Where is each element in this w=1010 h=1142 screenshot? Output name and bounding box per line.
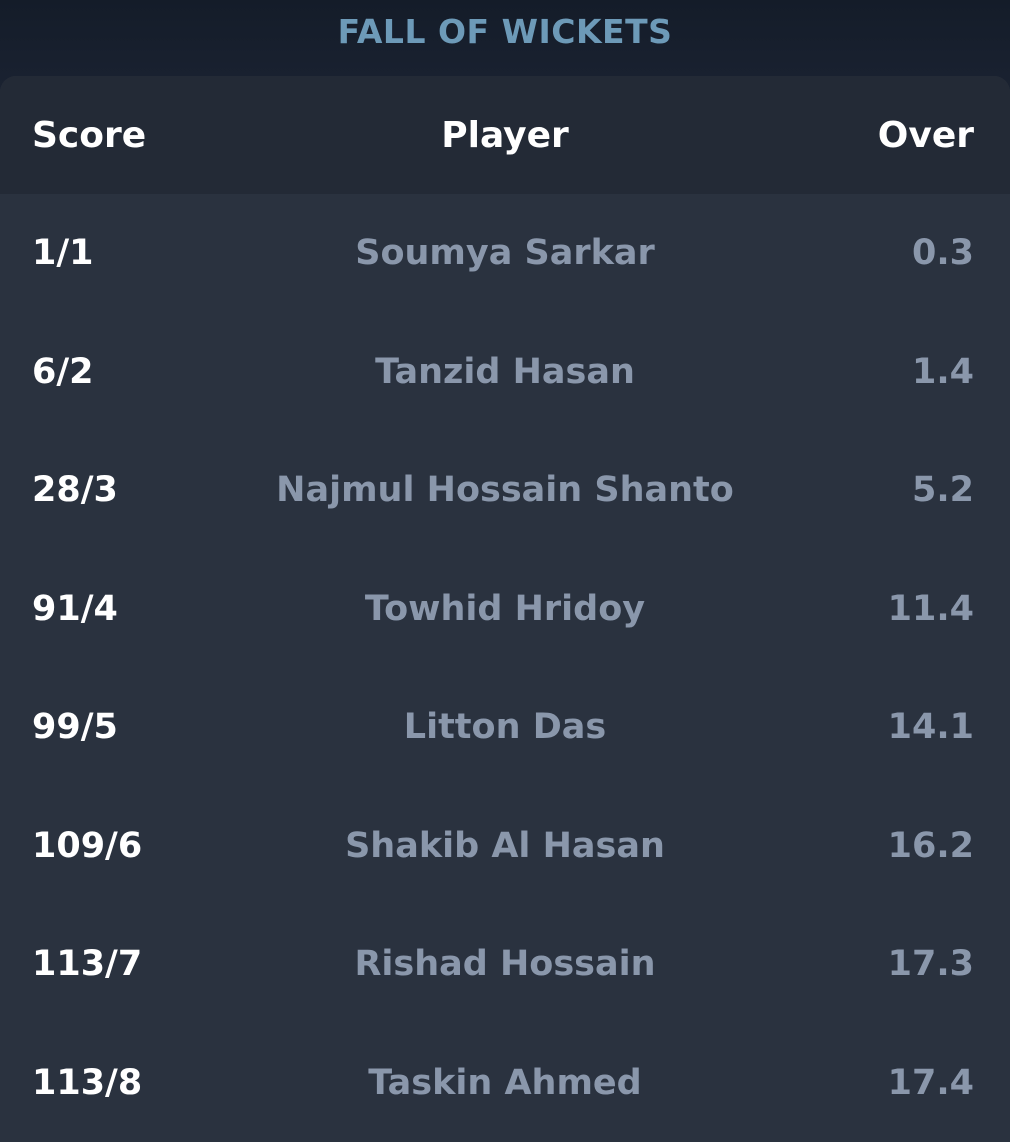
row-player[interactable]: Shakib Al Hasan [0, 826, 1010, 866]
table-row: 6/2 Tanzid Hasan 1.4 [0, 313, 1010, 432]
row-over: 11.4 [887, 588, 974, 629]
row-player[interactable]: Towhid Hridoy [0, 589, 1010, 629]
table-row: 109/6 Shakib Al Hasan 16.2 [0, 787, 1010, 906]
table-body: 1/1 Soumya Sarkar 0.3 6/2 Tanzid Hasan 1… [0, 194, 1010, 1142]
row-over: 17.4 [887, 1062, 974, 1103]
row-player[interactable]: Najmul Hossain Shanto [0, 470, 1010, 510]
row-player[interactable]: Taskin Ahmed [0, 1063, 1010, 1103]
fall-of-wickets-table: Score Player Over 1/1 Soumya Sarkar 0.3 … [0, 76, 1010, 1142]
row-over: 0.3 [911, 233, 974, 274]
table-header: Score Player Over [0, 76, 1010, 194]
header-over: Over [877, 114, 974, 156]
row-over: 5.2 [911, 470, 974, 511]
row-player[interactable]: Soumya Sarkar [0, 233, 1010, 273]
table-row: 28/3 Najmul Hossain Shanto 5.2 [0, 431, 1010, 550]
header-player: Player [441, 114, 569, 156]
row-player[interactable]: Litton Das [0, 707, 1010, 747]
table-row: 113/7 Rishad Hossain 17.3 [0, 905, 1010, 1024]
table-row: 113/8 Taskin Ahmed 17.4 [0, 1024, 1010, 1142]
row-player[interactable]: Rishad Hossain [0, 944, 1010, 984]
row-over: 16.2 [887, 825, 974, 866]
row-player[interactable]: Tanzid Hasan [0, 352, 1010, 392]
row-over: 14.1 [887, 707, 974, 748]
row-over: 17.3 [887, 944, 974, 985]
fall-of-wickets-screen: FALL OF WICKETS Score Player Over 1/1 So… [0, 0, 1010, 1142]
table-row: 91/4 Towhid Hridoy 11.4 [0, 550, 1010, 669]
table-row: 1/1 Soumya Sarkar 0.3 [0, 194, 1010, 313]
row-over: 1.4 [911, 351, 974, 392]
table-row: 99/5 Litton Das 14.1 [0, 668, 1010, 787]
section-title: FALL OF WICKETS [337, 11, 673, 51]
